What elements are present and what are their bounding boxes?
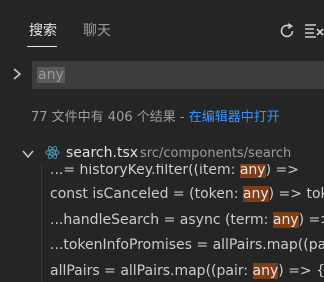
tree-indent-guide <box>41 164 42 282</box>
file-path: src/components/search <box>140 146 292 161</box>
file-name: search.tsx <box>66 145 139 161</box>
search-input-value: any <box>37 67 65 83</box>
result-text-before: ...= historyKey.filter((item: <box>50 164 240 178</box>
result-text-after: ) => { <box>278 263 324 279</box>
result-match: any <box>252 263 279 279</box>
result-line[interactable]: ...handleSearch = async (term: any) => { <box>50 210 324 234</box>
react-icon <box>45 146 60 159</box>
result-text-before: allPairs = allPairs.map((pair: <box>50 263 253 279</box>
chevron-right-icon[interactable] <box>10 67 24 81</box>
results-summary: 77 文件中有 406 个结果 - 在编辑器中打开 <box>31 109 280 127</box>
result-text-before: ...tokenInfoPromises = allPairs.map((pai… <box>50 237 324 253</box>
results-count-text: 77 文件中有 406 个结果 - <box>31 110 189 125</box>
result-text-before: const isCanceled = (token: <box>50 186 243 202</box>
result-line[interactable]: ...tokenInfoPromises = allPairs.map((pai… <box>50 235 324 259</box>
result-line[interactable]: allPairs = allPairs.map((pair: any) => { <box>50 261 324 282</box>
result-match: any <box>239 164 266 178</box>
result-text-before: ...handleSearch = async (term: <box>50 212 273 228</box>
result-match: any <box>272 212 299 228</box>
result-text-after: ) => token <box>268 186 324 202</box>
panel-tabs: 搜索 聊天 <box>0 0 324 56</box>
file-result-header[interactable]: search.tsx src/components/search <box>0 142 324 164</box>
result-line[interactable]: const isCanceled = (token: any) => token <box>50 184 324 208</box>
result-line[interactable]: ...= historyKey.filter((item: any) => <box>50 164 299 184</box>
refresh-icon[interactable] <box>277 21 297 41</box>
result-match: any <box>242 186 269 202</box>
search-input[interactable]: any <box>32 61 324 89</box>
tab-chat[interactable]: 聊天 <box>83 22 111 40</box>
result-text-after: ) => <box>265 164 299 178</box>
result-lines: ...= historyKey.filter((item: any) => co… <box>0 164 324 282</box>
chevron-down-icon[interactable] <box>21 147 35 161</box>
tab-search[interactable]: 搜索 <box>29 22 57 40</box>
active-tab-indicator <box>27 46 57 47</box>
clear-results-icon[interactable] <box>304 23 324 39</box>
result-text-after: ) => { <box>298 212 324 228</box>
open-in-editor-link[interactable]: 在编辑器中打开 <box>189 110 280 125</box>
